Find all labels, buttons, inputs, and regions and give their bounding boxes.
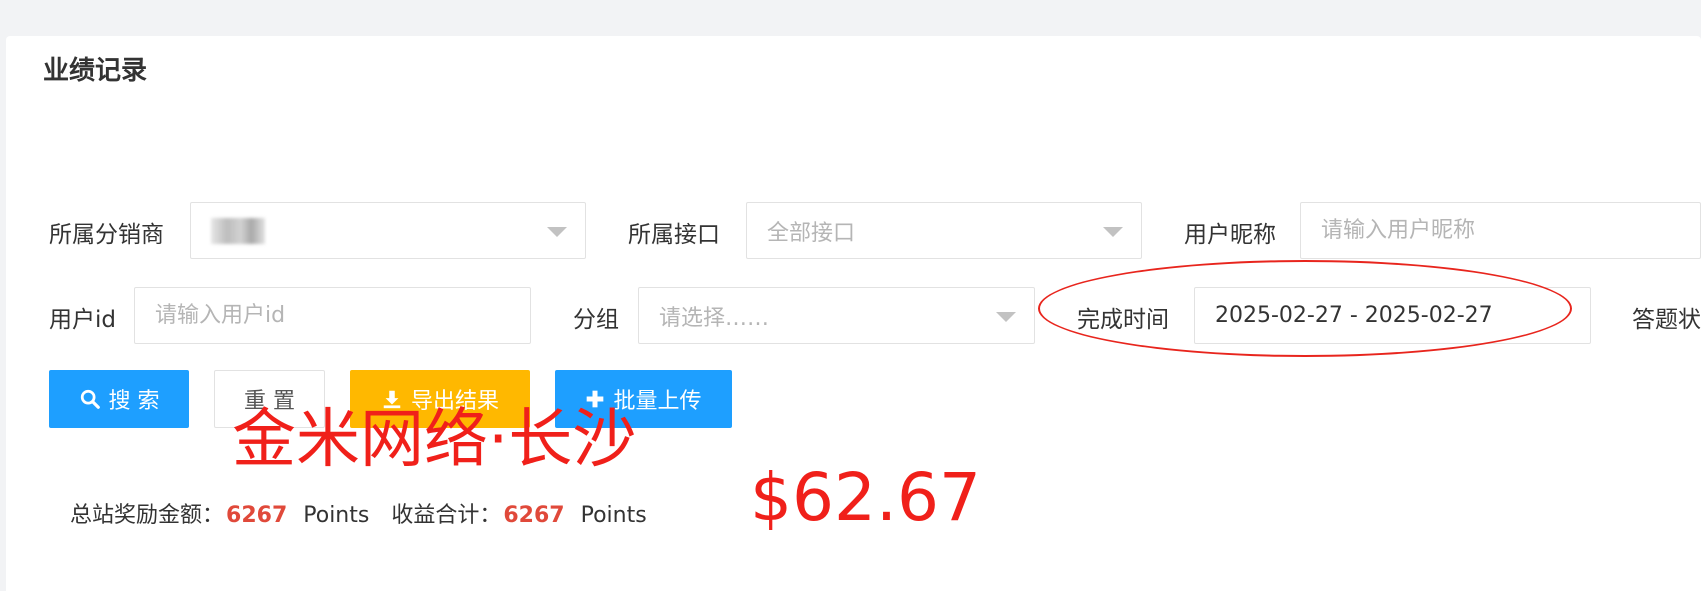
chevron-down-icon bbox=[1103, 227, 1123, 237]
search-button[interactable]: 搜 索 bbox=[49, 370, 189, 428]
group-select-placeholder: 请选择…… bbox=[659, 305, 770, 331]
amount-annotation: $62.67 bbox=[750, 459, 981, 536]
nickname-label: 用户昵称 bbox=[1184, 222, 1276, 248]
nickname-input[interactable] bbox=[1300, 202, 1701, 259]
income-total-unit: Points bbox=[580, 503, 647, 528]
distributor-select[interactable] bbox=[190, 202, 586, 259]
group-label: 分组 bbox=[573, 307, 619, 333]
annotation-highlight-ellipse bbox=[1038, 260, 1572, 357]
user-id-input[interactable] bbox=[134, 287, 531, 344]
group-select[interactable]: 请选择…… bbox=[638, 287, 1035, 344]
total-reward-label: 总站奖励金额： bbox=[70, 503, 225, 528]
total-reward-unit: Points bbox=[303, 503, 370, 528]
distributor-label: 所属分销商 bbox=[49, 222, 164, 248]
summary-bar: 总站奖励金额： 6267 Points 收益合计： 6267 Points bbox=[70, 497, 669, 529]
chevron-down-icon bbox=[996, 312, 1016, 322]
chevron-down-icon bbox=[547, 227, 567, 237]
income-total-label: 收益合计： bbox=[391, 503, 502, 528]
watermark-annotation: 金米网络·长沙 bbox=[232, 403, 637, 477]
user-id-label: 用户id bbox=[49, 307, 116, 333]
distributor-value-redacted bbox=[211, 217, 265, 244]
total-reward-value: 6267 bbox=[226, 503, 288, 528]
answer-status-label: 答题状 bbox=[1632, 307, 1701, 333]
page-title: 业绩记录 bbox=[43, 56, 148, 86]
interface-select[interactable]: 全部接口 bbox=[746, 202, 1142, 259]
interface-select-value: 全部接口 bbox=[767, 220, 856, 246]
income-total-value: 6267 bbox=[503, 503, 565, 528]
search-icon bbox=[80, 389, 100, 409]
interface-label: 所属接口 bbox=[628, 222, 720, 248]
search-button-label: 搜 索 bbox=[108, 389, 160, 414]
